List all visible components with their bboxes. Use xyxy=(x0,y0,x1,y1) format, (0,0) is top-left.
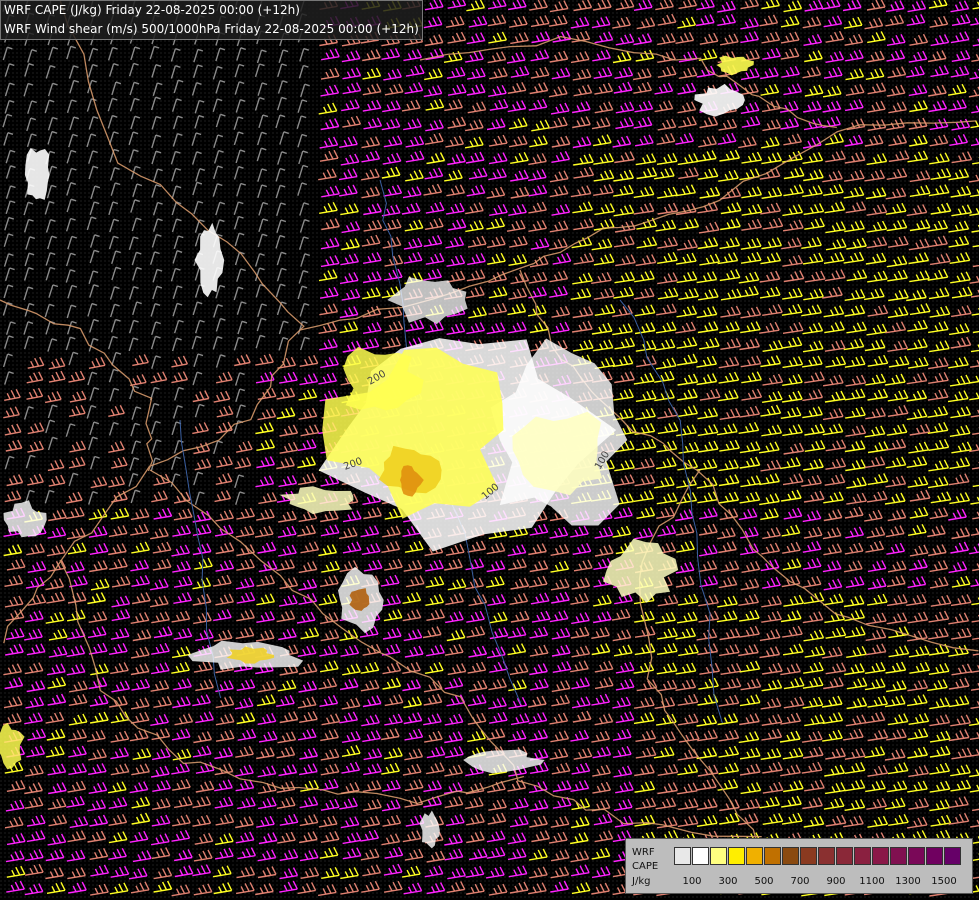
legend-tick-label: 100 xyxy=(682,876,702,887)
title-shear-line: WRF Wind shear (m/s) 500/1000hPa Friday … xyxy=(4,22,419,36)
legend-tick-label: 1500 xyxy=(931,876,957,887)
legend-tick-label: 500 xyxy=(754,876,774,887)
legend-swatch xyxy=(872,847,889,865)
legend-swatch xyxy=(692,847,709,865)
legend-swatch xyxy=(728,847,745,865)
cape-legend: WRF CAPE J/kg 100 300 500 700 900 1100 1300 150… xyxy=(625,838,973,894)
legend-swatch xyxy=(746,847,763,865)
legend-swatch xyxy=(926,847,943,865)
legend-label-unit: J/kg xyxy=(632,876,651,887)
legend-tick-label: 700 xyxy=(790,876,810,887)
legend-swatch xyxy=(710,847,727,865)
legend-swatch xyxy=(674,847,691,865)
legend-swatch xyxy=(764,847,781,865)
legend-swatch xyxy=(854,847,871,865)
legend-swatch xyxy=(782,847,799,865)
legend-swatch xyxy=(818,847,835,865)
legend-swatch xyxy=(944,847,961,865)
legend-swatch xyxy=(800,847,817,865)
legend-swatch xyxy=(836,847,853,865)
legend-tick-label: 1100 xyxy=(859,876,885,887)
legend-tick-label: 300 xyxy=(718,876,738,887)
legend-swatches xyxy=(674,847,962,865)
title-cape-line: WRF CAPE (J/kg) Friday 22-08-2025 00:00 … xyxy=(4,3,300,17)
map-title: WRF CAPE (J/kg) Friday 22-08-2025 00:00 … xyxy=(0,0,423,40)
legend-swatch xyxy=(908,847,925,865)
legend-tick-label: 1300 xyxy=(895,876,921,887)
legend-swatch xyxy=(890,847,907,865)
cape-area-white xyxy=(24,147,50,200)
weather-map: 200100100200 xyxy=(0,0,979,900)
legend-tick-label: 900 xyxy=(826,876,846,887)
legend-label-wrf: WRF xyxy=(632,847,655,858)
legend-label-cape: CAPE xyxy=(632,861,659,872)
